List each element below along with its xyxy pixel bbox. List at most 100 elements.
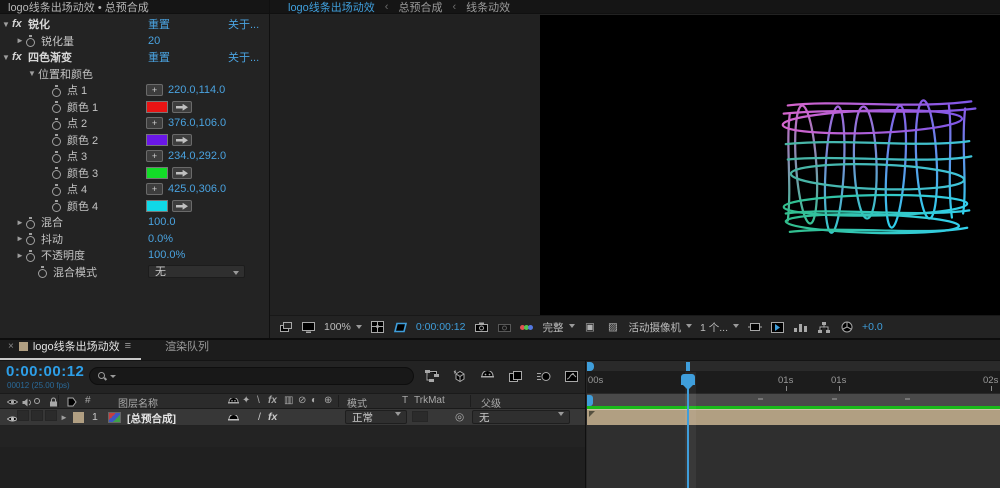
snapshot-camera-icon[interactable] [474, 320, 489, 334]
layer-fx-icon[interactable]: fx [268, 411, 277, 423]
effect-name[interactable]: 四色渐变 [28, 49, 72, 65]
draft-3d-icon[interactable] [452, 369, 467, 383]
navigator-start-handle[interactable] [587, 362, 594, 371]
comp-flowchart-icon[interactable] [816, 320, 831, 334]
label-tag-icon[interactable] [64, 395, 79, 409]
color-swatch[interactable] [146, 133, 168, 146]
time-ruler[interactable]: 0:00s 01s 01s 02s [587, 372, 1000, 393]
fx-badge[interactable]: fx [12, 18, 28, 30]
always-preview-icon[interactable] [278, 320, 293, 334]
pixel-aspect-correction-icon[interactable] [747, 320, 762, 334]
trkmat-toggle-header[interactable]: T [402, 395, 408, 406]
collapse-transforms-icon[interactable]: ✦ [242, 395, 250, 406]
layer-row-1[interactable]: ► 1 [总预合成] / fx 正常 ◎ 无 [0, 409, 585, 426]
transparency-grid-icon[interactable]: ▨ [606, 320, 621, 334]
reset-exposure-icon[interactable] [839, 320, 854, 334]
work-area-marker[interactable] [905, 398, 910, 400]
twirl-right-icon[interactable]: ► [14, 251, 26, 260]
navigator-time-tick[interactable] [686, 362, 690, 371]
search-input[interactable] [119, 370, 389, 382]
color-swatch[interactable] [146, 100, 168, 113]
effect-name[interactable]: 锐化 [28, 16, 50, 32]
layer-name[interactable]: [总预合成] [127, 411, 176, 426]
point-value[interactable]: 425.0,306.0 [168, 183, 226, 195]
stopwatch-icon[interactable] [26, 249, 36, 262]
stopwatch-icon[interactable] [52, 200, 62, 213]
twirl-down-icon[interactable]: ▼ [0, 53, 12, 62]
point-control-icon[interactable]: + [146, 183, 163, 196]
eyedropper-icon[interactable] [172, 100, 192, 113]
audio-toggle-slot[interactable] [17, 410, 29, 421]
solo-icon[interactable] [34, 398, 40, 404]
reset-link[interactable]: 重置 [148, 16, 170, 32]
video-eye-icon[interactable] [5, 395, 20, 409]
quality-icon[interactable]: \ [257, 395, 260, 406]
playhead-handle[interactable] [681, 374, 695, 390]
twirl-right-icon[interactable]: ► [14, 218, 26, 227]
about-link[interactable]: 关于... [228, 49, 259, 65]
blend-mode-dropdown[interactable]: 无 [148, 265, 245, 279]
comp-mini-flowchart-icon[interactable] [424, 369, 439, 383]
region-of-interest-icon[interactable]: ▣ [583, 320, 598, 334]
show-channel-icon[interactable] [520, 320, 535, 334]
close-icon[interactable]: × [8, 341, 14, 352]
stopwatch-icon[interactable] [52, 134, 62, 147]
stopwatch-icon[interactable] [26, 35, 36, 48]
composition-viewport[interactable] [270, 15, 1000, 315]
layer-label-swatch[interactable] [73, 412, 84, 423]
view-layout-dropdown[interactable]: 1 个... [700, 320, 740, 335]
stopwatch-icon[interactable] [38, 266, 48, 279]
stopwatch-icon[interactable] [26, 216, 36, 229]
stopwatch-icon[interactable] [52, 183, 62, 196]
show-snapshot-icon[interactable] [497, 320, 512, 334]
color-swatch[interactable] [146, 199, 168, 212]
graph-editor-icon[interactable] [564, 369, 579, 383]
lock-toggle-slot[interactable] [45, 410, 57, 421]
point-value[interactable]: 220.0,114.0 [168, 84, 225, 96]
twirl-right-icon[interactable]: ► [14, 36, 26, 45]
layer-quality-icon[interactable]: / [258, 411, 261, 423]
mode-column-header[interactable]: 模式 [347, 395, 367, 410]
work-area-bar[interactable] [587, 393, 1000, 406]
magnification-dropdown[interactable]: 100% [324, 321, 362, 333]
point-control-icon[interactable]: + [146, 150, 163, 163]
search-box[interactable] [89, 367, 414, 385]
hide-shy-layers-icon[interactable] [480, 369, 495, 383]
property-value[interactable]: 100.0% [148, 249, 185, 261]
frame-blending-icon[interactable] [508, 369, 523, 383]
solo-toggle-slot[interactable] [31, 410, 43, 421]
eyedropper-icon[interactable] [172, 133, 192, 146]
point-control-icon[interactable]: + [146, 84, 163, 97]
resolution-dropdown[interactable]: 完整 [543, 320, 575, 335]
color-swatch[interactable] [146, 166, 168, 179]
grid-and-guides-icon[interactable] [370, 320, 385, 334]
fx-badge[interactable]: fx [12, 51, 28, 63]
preview-time-button[interactable]: 0:00:00:12 [416, 321, 466, 333]
primary-viewer-icon[interactable] [301, 320, 316, 334]
twirl-down-icon[interactable]: ▼ [26, 69, 38, 78]
breadcrumb-item[interactable]: 总预合成 [398, 0, 442, 15]
layer-duration-bar[interactable] [587, 409, 1000, 425]
parent-pickwhip-icon[interactable]: ◎ [455, 411, 464, 423]
trkmat-slot[interactable] [412, 411, 428, 422]
layer-mode-dropdown[interactable]: 正常 [345, 410, 407, 424]
twirl-down-icon[interactable]: ▼ [0, 20, 12, 29]
breadcrumb-item-active[interactable]: logo线条出场动效 [288, 0, 375, 15]
exposure-value[interactable]: +0.0 [862, 321, 883, 333]
property-value[interactable]: 20 [148, 35, 160, 47]
stopwatch-icon[interactable] [26, 233, 36, 246]
property-value[interactable]: 100.0 [148, 216, 176, 228]
stopwatch-icon[interactable] [52, 167, 62, 180]
property-value[interactable]: 0.0% [148, 233, 173, 245]
fast-previews-icon[interactable] [770, 320, 785, 334]
stopwatch-icon[interactable] [52, 150, 62, 163]
adjustment-layer-column-icon[interactable]: ◐ [311, 395, 317, 406]
frame-blend-column-icon[interactable]: ▥ [284, 395, 293, 406]
timeline-icon[interactable] [793, 320, 808, 334]
stopwatch-icon[interactable] [52, 117, 62, 130]
shy-column-icon[interactable] [226, 395, 241, 409]
playhead-line[interactable] [687, 374, 689, 488]
layer-parent-dropdown[interactable]: 无 [472, 410, 570, 424]
3d-view-dropdown[interactable]: 活动摄像机 [629, 320, 692, 335]
stopwatch-icon[interactable] [52, 84, 62, 97]
